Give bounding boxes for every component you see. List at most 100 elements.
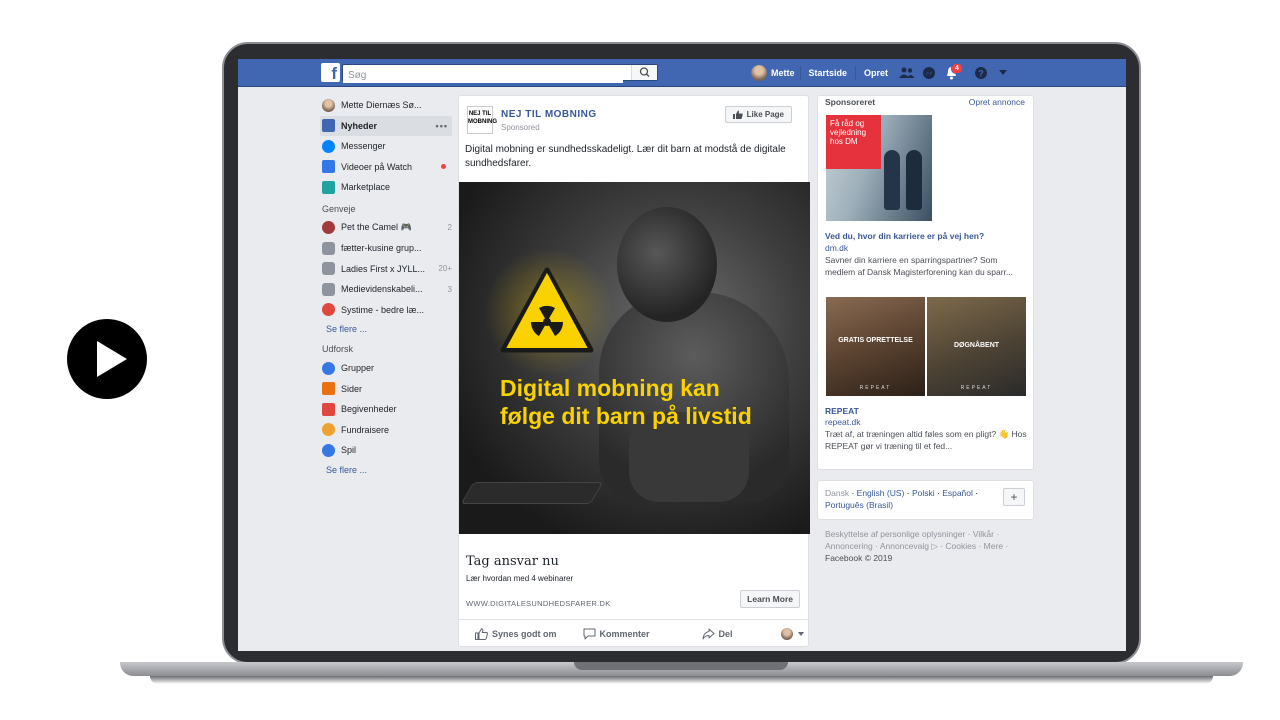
shortcut-item[interactable]: fætter-kusine grup... <box>320 238 452 259</box>
thumbs-up-icon <box>475 627 488 640</box>
groups-icon <box>322 361 335 375</box>
sidebar-item-marketplace[interactable]: Marketplace <box>320 177 452 198</box>
sponsored-sidebar: Sponsoreret Opret annonce Få råd og vejl… <box>817 95 1034 470</box>
tablet-shape <box>460 482 604 504</box>
cta-subtitle: Lær hvordan med 4 webinarer <box>466 574 574 583</box>
repeat-ad-caption-1: GRATIS OPRETTELSE <box>838 337 913 344</box>
more-options-icon[interactable]: ••• <box>436 121 448 131</box>
ad-image[interactable]: Digital mobning kan følge dit barn på li… <box>459 182 810 534</box>
account-menu-button[interactable] <box>992 63 1014 83</box>
shortcut-label: fætter-kusine grup... <box>341 243 422 254</box>
repeat-ad-caption-2: DØGNÅBENT <box>953 342 1000 349</box>
dm-ad-domain[interactable]: dm.dk <box>825 243 848 253</box>
pages-flag-icon <box>322 382 335 396</box>
page-name-link[interactable]: NEJ TIL MOBNING <box>501 109 597 120</box>
game-icon <box>322 221 335 235</box>
repeat-ad-image-1[interactable]: GRATIS OPRETTELSE REPEAT <box>826 297 925 396</box>
reaction-selector[interactable] <box>780 627 804 640</box>
avatar <box>751 65 767 81</box>
shortcut-count: 20+ <box>438 264 452 274</box>
comment-button[interactable]: Kommenter <box>583 628 650 640</box>
create-link[interactable]: Opret <box>855 66 896 80</box>
svg-text:?: ? <box>978 69 984 79</box>
caret-down-icon <box>999 70 1008 75</box>
dm-ad-title[interactable]: Ved du, hvor din karriere er på vej hen? <box>825 231 984 241</box>
unread-dot <box>441 164 446 170</box>
sidebar-item-fundraisers[interactable]: Fundraisere <box>320 420 452 441</box>
shortcut-count: 3 <box>447 284 452 294</box>
sidebar-item-groups[interactable]: Grupper <box>320 358 452 379</box>
sidebar-profile-name: Mette Diernæs Sø... <box>341 100 422 111</box>
radiation-warning-icon <box>500 267 594 353</box>
cta-title[interactable]: Tag ansvar nu <box>466 554 559 569</box>
sidebar-item-pages[interactable]: Sider <box>320 379 452 400</box>
heart-icon <box>322 423 335 437</box>
friend-requests-button[interactable] <box>896 63 918 83</box>
search-input[interactable] <box>343 68 623 83</box>
language-link[interactable]: Español <box>942 488 973 498</box>
profile-link[interactable]: Mette <box>746 65 800 81</box>
messenger-button[interactable] <box>918 63 940 83</box>
like-button[interactable]: Synes godt om <box>475 627 557 640</box>
dm-ad-image[interactable]: Få råd og vejledning hos DM <box>826 115 932 221</box>
add-language-button[interactable]: + <box>1003 488 1025 506</box>
gamepad-icon <box>322 443 335 457</box>
share-button[interactable]: Del <box>702 628 733 640</box>
sponsored-label[interactable]: Sponsored <box>501 123 540 132</box>
language-link[interactable]: English (US) <box>857 488 905 498</box>
child-figure-head <box>617 207 717 322</box>
repeat-ad-title[interactable]: REPEAT <box>825 406 859 416</box>
sidebar-item-messenger[interactable]: Messenger <box>320 136 452 157</box>
play-icon[interactable] <box>67 319 147 399</box>
explore-heading: Udforsk <box>322 344 354 354</box>
sidebar-item-label: Grupper <box>341 363 375 374</box>
search-icon <box>639 67 650 77</box>
comment-icon <box>583 628 596 639</box>
repeat-ad-image-2[interactable]: DØGNÅBENT REPEAT <box>927 297 1026 396</box>
create-ad-link[interactable]: Opret annonce <box>969 97 1025 107</box>
sidebar-item-news-feed[interactable]: Nyheder ••• <box>320 115 452 136</box>
search-box <box>342 64 658 83</box>
learn-more-button[interactable]: Learn More <box>740 590 800 608</box>
sidebar-item-watch[interactable]: Videoer på Watch <box>320 157 452 178</box>
shortcut-item[interactable]: Medievidenskabeli... 3 <box>320 279 452 300</box>
post-text: Digital mobning er sundhedsskadeligt. Læ… <box>465 144 786 169</box>
sidebar-item-label: Fundraisere <box>341 424 390 435</box>
cta-url[interactable]: WWW.DIGITALESUNDHEDSFARER.DK <box>466 599 611 608</box>
sidebar-item-label: Videoer på Watch <box>341 161 413 172</box>
caret-down-icon <box>797 631 804 636</box>
language-link[interactable]: Polski <box>912 488 935 498</box>
footer: Beskyttelse af personlige oplysninger · … <box>825 528 1035 564</box>
sidebar-item-games[interactable]: Spil <box>320 440 452 461</box>
news-feed-icon <box>322 119 335 133</box>
footer-links[interactable]: Beskyttelse af personlige oplysninger · … <box>825 528 1035 552</box>
repeat-ad-domain[interactable]: repeat.dk <box>825 417 860 427</box>
see-more-explore-link[interactable]: Se flere ... <box>320 461 452 479</box>
post-action-bar: Synes godt om Kommenter Del <box>459 619 808 647</box>
notifications-button[interactable]: 4 <box>940 63 963 83</box>
screen: f Mette Startside Opret <box>238 59 1126 651</box>
top-nav: Mette Startside Opret 4 ? <box>746 63 1014 83</box>
facebook-logo-icon[interactable]: f <box>321 63 340 82</box>
sidebar-item-label: Spil <box>341 445 357 456</box>
like-page-button[interactable]: Like Page <box>724 106 792 123</box>
repeat-ad-body: Træt af, at træningen altid føles som en… <box>825 429 1027 451</box>
see-more-shortcuts-link[interactable]: Se flere ... <box>320 320 452 338</box>
sidebar-profile[interactable]: Mette Diernæs Sø... <box>320 95 452 116</box>
home-link[interactable]: Startside <box>799 66 856 80</box>
laptop-shadow <box>150 676 1213 684</box>
shortcut-item[interactable]: Pet the Camel 🎮 2 <box>320 218 452 239</box>
person-figure <box>906 150 922 210</box>
help-button[interactable]: ? <box>970 63 992 83</box>
search-button[interactable] <box>631 65 657 80</box>
language-link[interactable]: Português (Brasil) <box>825 500 893 510</box>
help-icon: ? <box>975 67 988 79</box>
shortcut-label: Ladies First x JYLL... <box>341 263 426 274</box>
group-icon <box>322 282 335 296</box>
page-logo[interactable]: NEJ TIL MOBNING <box>467 106 497 134</box>
shortcut-item[interactable]: Systime - bedre læ... <box>320 300 452 321</box>
shortcut-item[interactable]: Ladies First x JYLL... 20+ <box>320 259 452 280</box>
sidebar-item-events[interactable]: Begivenheder <box>320 399 452 420</box>
calendar-icon <box>322 402 335 416</box>
repeat-brand-mark: REPEAT <box>859 385 892 391</box>
